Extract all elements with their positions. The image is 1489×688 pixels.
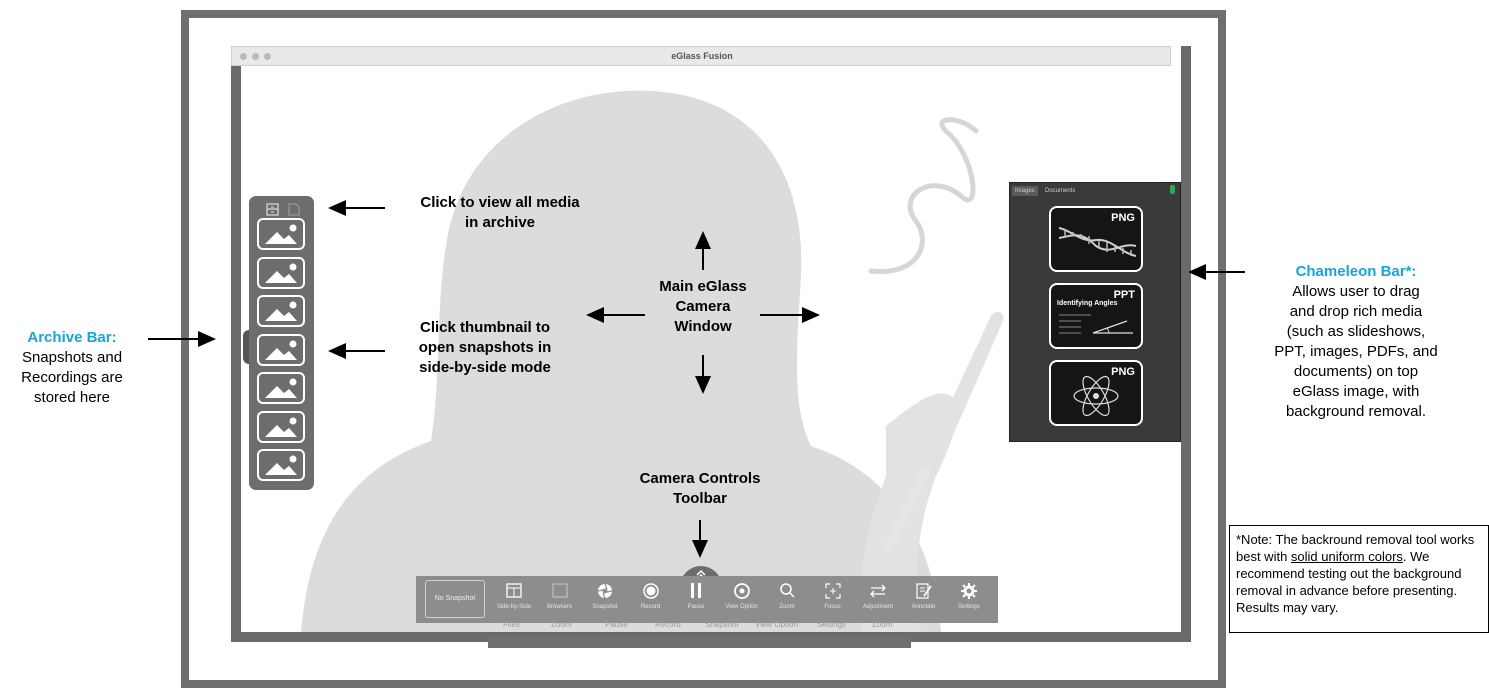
annotation-line: in archive — [464, 214, 536, 231]
note-underlined-text: solid uniform colors — [1290, 549, 1403, 564]
annotation-title: Chameleon Bar*: — [1295, 263, 1417, 280]
annotation-line: Main eGlass — [659, 278, 747, 295]
annotation-archive-bar: Archive Bar: Snapshots and Recordings ar… — [2, 328, 142, 408]
annotation-line: open snapshots in — [418, 339, 552, 356]
annotation-camera-toolbar: Camera Controls Toolbar — [610, 469, 790, 509]
annotation-line: Camera Controls — [639, 470, 761, 487]
annotation-line: Click thumbnail to — [419, 319, 550, 336]
annotation-line: PPT, images, PDFs, and — [1274, 343, 1438, 360]
annotation-chameleon-bar: Chameleon Bar*: Allows user to drag and … — [1226, 262, 1486, 422]
annotation-line: Click to view all media — [420, 194, 580, 211]
annotation-line: eGlass image, with — [1292, 383, 1420, 400]
annotation-line: stored here — [34, 389, 110, 406]
annotation-line: Toolbar — [673, 490, 727, 507]
annotation-title: Archive Bar: — [27, 329, 117, 346]
annotation-line: Camera — [675, 298, 731, 315]
annotation-main-window: Main eGlass Camera Window — [630, 277, 776, 337]
annotation-line: background removal. — [1285, 403, 1427, 420]
annotation-thumbnail: Click thumbnail to open snapshots in sid… — [385, 318, 585, 378]
annotation-line: documents) on top — [1293, 363, 1419, 380]
annotation-line: Window — [674, 318, 732, 335]
annotation-archive-media: Click to view all media in archive — [382, 193, 618, 233]
annotation-line: (such as slideshows, — [1286, 323, 1426, 340]
note-box: *Note: The backround removal tool works … — [1229, 525, 1489, 633]
annotation-line: side-by-side mode — [419, 359, 551, 376]
annotation-line: Allows user to drag — [1292, 283, 1420, 300]
annotation-line: Snapshots and — [21, 349, 123, 366]
annotation-line: and drop rich media — [1289, 303, 1423, 320]
annotation-line: Recordings are — [21, 369, 123, 386]
